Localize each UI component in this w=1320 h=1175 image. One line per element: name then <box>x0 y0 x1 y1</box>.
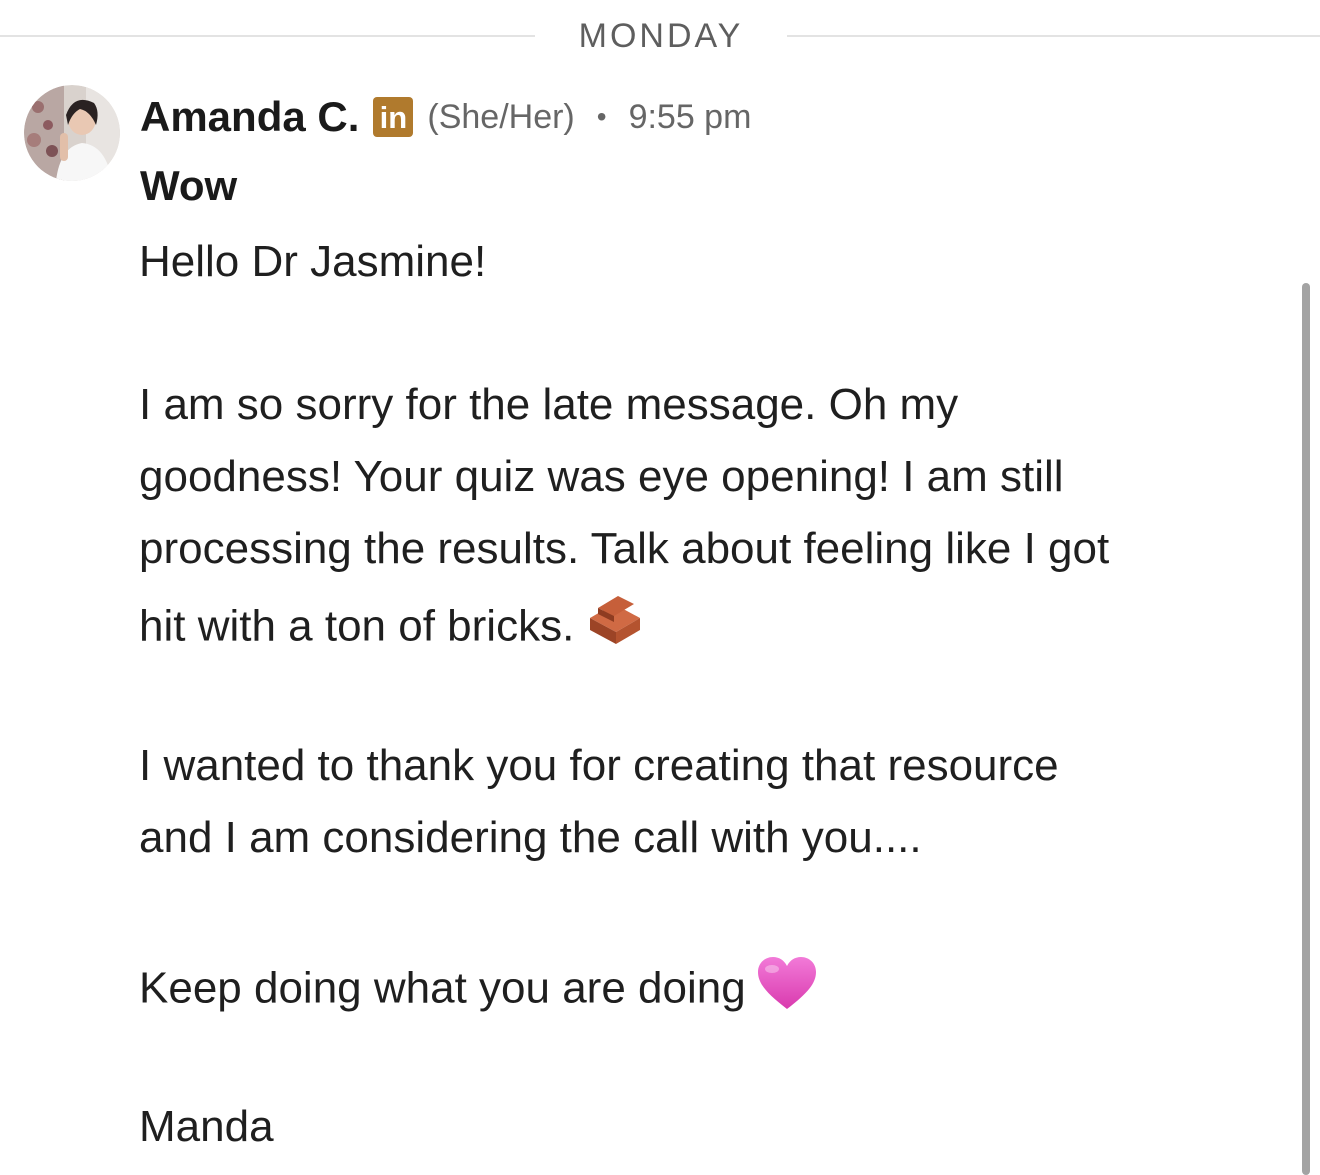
sender-name[interactable]: Amanda C. <box>140 93 359 141</box>
pronouns: (She/Her) <box>427 97 575 136</box>
day-label: MONDAY <box>578 17 744 55</box>
avatar[interactable] <box>24 85 120 181</box>
message-header: Amanda C. in (She/Her) • 9:55 pm <box>140 90 751 144</box>
message-signature: Manda <box>139 1102 274 1151</box>
divider-line-right <box>787 35 1320 37</box>
linkedin-icon: in <box>373 97 414 137</box>
message-line: Hello Dr Jasmine! <box>139 237 487 286</box>
linkedin-badge-label: in <box>379 100 408 135</box>
message-line: I wanted to thank you for creating that … <box>139 741 1059 790</box>
separator-dot: • <box>596 101 607 132</box>
day-divider: MONDAY <box>0 14 1320 58</box>
message-line-text: hit with a ton of bricks. <box>139 601 575 651</box>
message-line: I am so sorry for the late message. Oh m… <box>139 380 959 429</box>
message-line: goodness! Your quiz was eye opening! I a… <box>139 452 1064 501</box>
message-line: and I am considering the call with you..… <box>139 813 922 862</box>
message-line-text: Keep doing what you are doing <box>139 963 746 1013</box>
message-line-with-emoji: Keep doing what you are doing <box>139 955 818 1027</box>
brick-icon <box>584 594 644 664</box>
divider-line-left <box>0 35 535 37</box>
message-subject: Wow <box>140 162 238 209</box>
avatar-photo <box>24 85 120 181</box>
timestamp: 9:55 pm <box>628 97 752 136</box>
scrollbar-thumb[interactable] <box>1302 283 1310 1175</box>
message-line-with-emoji: hit with a ton of bricks. <box>139 594 644 664</box>
pink-heart-icon <box>756 955 818 1027</box>
message-line: processing the results. Talk about feeli… <box>139 524 1110 573</box>
